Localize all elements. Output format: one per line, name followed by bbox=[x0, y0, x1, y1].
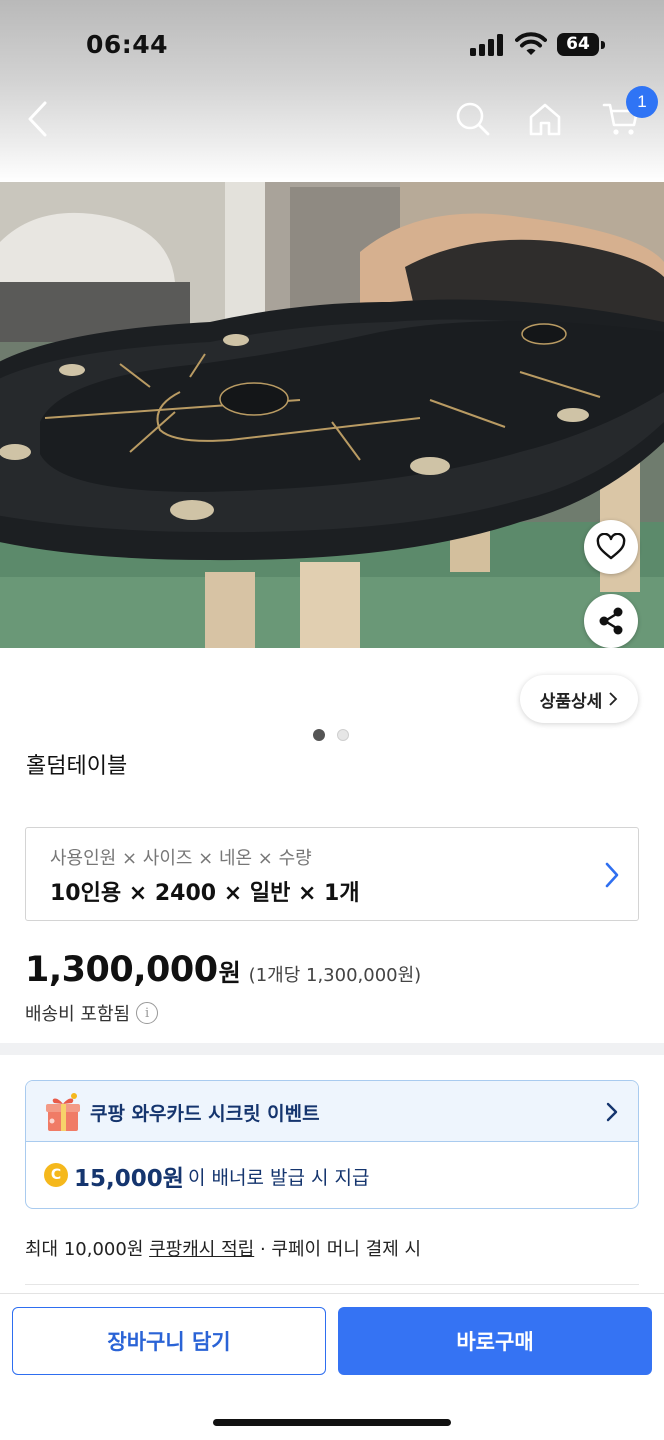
unit-price: (1개당 1,300,000원) bbox=[248, 965, 422, 986]
event-banner-header[interactable]: 쿠팡 와우카드 시크릿 이벤트 bbox=[26, 1081, 638, 1142]
nav-bar bbox=[0, 90, 664, 150]
gift-icon bbox=[46, 1093, 80, 1131]
share-button[interactable] bbox=[584, 594, 638, 648]
event-title: 쿠팡 와우카드 시크릿 이벤트 bbox=[90, 1103, 320, 1125]
shipping-label: 배송비 포함됨 bbox=[25, 1004, 131, 1025]
pager-dot[interactable] bbox=[337, 729, 349, 741]
product-title: 홀덤테이블 bbox=[26, 754, 128, 779]
event-banner[interactable]: 쿠팡 와우카드 시크릿 이벤트 C 15,000원 이 배너로 발급 시 지급 bbox=[25, 1080, 639, 1209]
status-time: 06:44 bbox=[86, 30, 169, 59]
info-icon[interactable]: i bbox=[136, 1002, 159, 1024]
image-pager bbox=[313, 729, 349, 741]
home-icon bbox=[529, 103, 561, 136]
search-icon bbox=[456, 102, 490, 136]
option-selector[interactable]: 사용인원 × 사이즈 × 네온 × 수량 10인용 × 2400 × 일반 × … bbox=[25, 827, 639, 921]
chevron-right-icon bbox=[606, 1102, 618, 1122]
chevron-right-icon bbox=[609, 692, 618, 706]
section-divider bbox=[0, 1043, 664, 1055]
wifi-icon bbox=[515, 32, 547, 55]
buy-now-button[interactable]: 바로구매 bbox=[338, 1307, 652, 1375]
back-button[interactable] bbox=[14, 96, 60, 142]
wishlist-button[interactable] bbox=[584, 520, 638, 574]
search-button[interactable] bbox=[450, 96, 496, 142]
poker-table-photo bbox=[0, 182, 664, 648]
cashback-info: 최대 10,000원 쿠팡캐시 적립 · 쿠페이 머니 결제 시 bbox=[25, 1235, 421, 1261]
heart-icon bbox=[596, 533, 626, 560]
price-unit: 원 bbox=[218, 959, 241, 987]
cart-count-badge: 1 bbox=[626, 86, 658, 118]
event-amount: 15,000원 bbox=[74, 1166, 184, 1192]
price-amount: 1,300,000 bbox=[25, 950, 218, 990]
add-to-cart-button[interactable]: 장바구니 담기 bbox=[12, 1307, 326, 1375]
divider bbox=[25, 1284, 639, 1285]
product-image[interactable] bbox=[0, 182, 664, 648]
cashback-link[interactable]: 쿠팡캐시 적립 bbox=[149, 1239, 254, 1260]
price-row: 1,300,000 원 (1개당 1,300,000원) bbox=[25, 950, 421, 990]
option-value: 10인용 × 2400 × 일반 × 1개 bbox=[50, 881, 360, 906]
product-detail-label: 상품상세 bbox=[539, 691, 603, 712]
share-icon bbox=[599, 607, 623, 635]
home-button[interactable] bbox=[522, 96, 568, 142]
status-bar: 06:44 64 bbox=[0, 0, 664, 90]
cashback-prefix: 최대 10,000원 bbox=[25, 1239, 144, 1260]
bottom-action-bar: 장바구니 담기 바로구매 bbox=[0, 1293, 664, 1440]
shipping-info: 배송비 포함됨 i bbox=[25, 1000, 159, 1026]
product-detail-button[interactable]: 상품상세 bbox=[520, 675, 638, 723]
chevron-left-icon bbox=[28, 101, 47, 137]
chevron-right-icon bbox=[605, 862, 619, 888]
pager-dot-active[interactable] bbox=[313, 729, 325, 741]
cellular-signal-icon bbox=[470, 34, 503, 56]
home-indicator[interactable] bbox=[213, 1419, 451, 1426]
option-label: 사용인원 × 사이즈 × 네온 × 수량 bbox=[50, 848, 312, 869]
cashback-suffix: · 쿠페이 머니 결제 시 bbox=[259, 1239, 422, 1260]
battery-icon: 64 bbox=[557, 33, 605, 57]
battery-level: 64 bbox=[566, 34, 590, 54]
event-description: 이 배너로 발급 시 지급 bbox=[188, 1167, 370, 1189]
coin-icon: C bbox=[44, 1163, 68, 1187]
